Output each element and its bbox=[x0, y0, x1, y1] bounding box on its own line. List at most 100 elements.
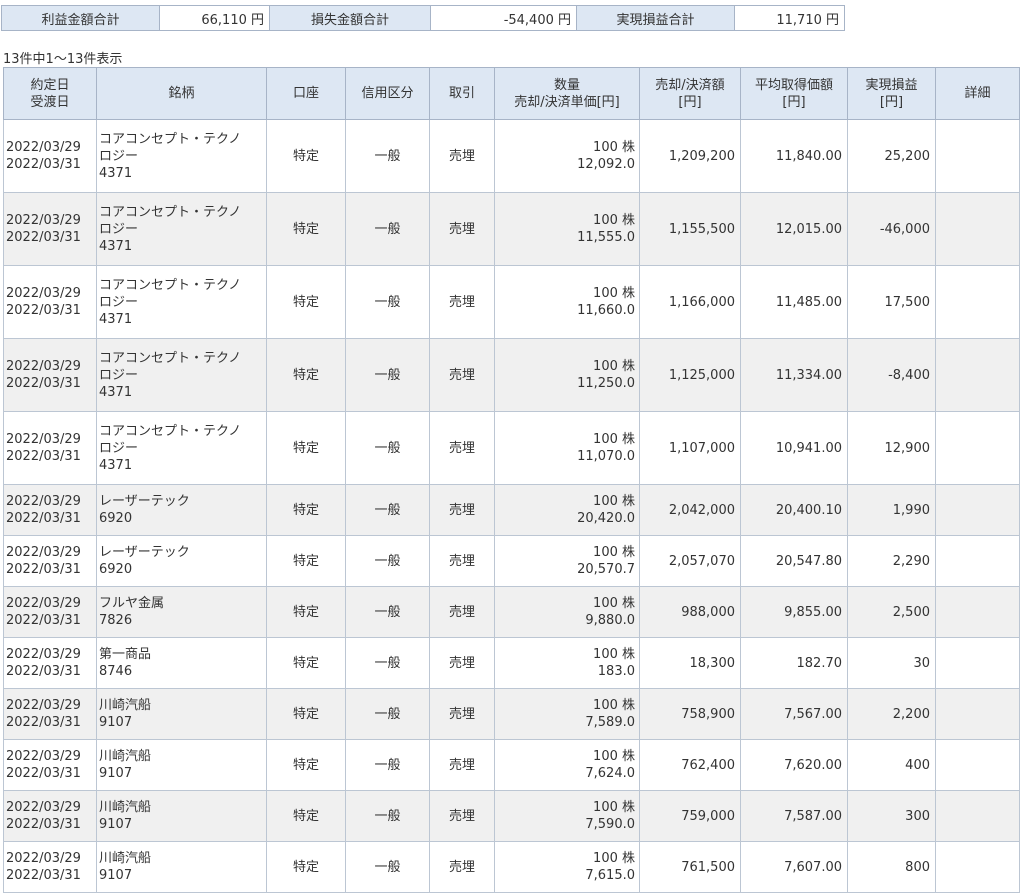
header-pl-unit: [円] bbox=[879, 94, 904, 110]
amount-cell: 1,155,500 bbox=[639, 192, 741, 266]
trade-date: 2022/03/29 bbox=[6, 647, 81, 662]
amount-cell: 1,107,000 bbox=[639, 411, 741, 485]
avg-cost-cell: 20,400.10 bbox=[740, 484, 848, 536]
avg-cost-cell: 11,334.00 bbox=[740, 338, 848, 412]
settle-date: 2022/03/31 bbox=[6, 157, 81, 172]
profit-total-label: 利益金額合計 bbox=[1, 5, 160, 31]
date-cell: 2022/03/29 2022/03/31 bbox=[3, 411, 97, 485]
account-cell: 特定 bbox=[266, 119, 346, 193]
qty-price-cell: 100 株 7,589.0 bbox=[494, 688, 640, 740]
qty-price-cell: 100 株 183.0 bbox=[494, 637, 640, 689]
security-name: 川崎汽船 bbox=[99, 698, 152, 713]
unit-price: 11,070.0 bbox=[577, 449, 635, 464]
account-cell: 特定 bbox=[266, 338, 346, 412]
security-name-part1: コアコンセプト・テクノ bbox=[99, 423, 242, 439]
avg-cost-cell: 9,855.00 bbox=[740, 586, 848, 638]
detail-cell[interactable] bbox=[935, 739, 1020, 791]
avg-cost-cell: 182.70 bbox=[740, 637, 848, 689]
security-code: 4371 bbox=[99, 238, 133, 254]
security-cell: 川崎汽船 9107 bbox=[96, 841, 267, 893]
trade-cell: 売埋 bbox=[429, 790, 495, 842]
avg-cost-cell: 7,620.00 bbox=[740, 739, 848, 791]
pl-cell: 12,900 bbox=[847, 411, 936, 485]
date-cell: 2022/03/29 2022/03/31 bbox=[3, 688, 97, 740]
amount-cell: 1,125,000 bbox=[639, 338, 741, 412]
quantity: 100 株 bbox=[593, 494, 635, 509]
unit-price: 20,570.7 bbox=[577, 562, 635, 577]
avg-cost-cell: 20,547.80 bbox=[740, 535, 848, 587]
settle-date: 2022/03/31 bbox=[6, 303, 81, 318]
detail-cell[interactable] bbox=[935, 535, 1020, 587]
unit-price: 7,590.0 bbox=[585, 817, 635, 832]
table-row: 2022/03/29 2022/03/31 コアコンセプト・テクノ ロジー 4371 特定… bbox=[3, 338, 1020, 412]
security-name: レーザーテック bbox=[99, 545, 190, 560]
trade-date: 2022/03/29 bbox=[6, 596, 81, 611]
col-header-pl: 実現損益 [円] bbox=[847, 67, 936, 120]
detail-cell[interactable] bbox=[935, 265, 1020, 339]
security-code: 6920 bbox=[99, 511, 133, 526]
security-name: 川崎汽船 bbox=[99, 851, 152, 866]
amount-cell: 758,900 bbox=[639, 688, 741, 740]
security-code: 8746 bbox=[99, 664, 133, 679]
table-row: 2022/03/29 2022/03/31 コアコンセプト・テクノ ロジー 4371 特定… bbox=[3, 411, 1020, 485]
date-cell: 2022/03/29 2022/03/31 bbox=[3, 637, 97, 689]
header-trade-date: 約定日 bbox=[30, 77, 70, 93]
detail-cell[interactable] bbox=[935, 338, 1020, 412]
qty-price-cell: 100 株 7,615.0 bbox=[494, 841, 640, 893]
trade-cell: 売埋 bbox=[429, 841, 495, 893]
trade-cell: 売埋 bbox=[429, 688, 495, 740]
credit-cell: 一般 bbox=[345, 790, 430, 842]
detail-cell[interactable] bbox=[935, 841, 1020, 893]
security-cell: 第一商品 8746 bbox=[96, 637, 267, 689]
header-amount: 売却/決済額 bbox=[655, 77, 725, 93]
pl-cell: 25,200 bbox=[847, 119, 936, 193]
pl-cell: 2,200 bbox=[847, 688, 936, 740]
detail-cell[interactable] bbox=[935, 119, 1020, 193]
security-code: 7826 bbox=[99, 613, 133, 628]
table-row: 2022/03/29 2022/03/31 フルヤ金属 7826 特定 一般 売埋 100 株… bbox=[3, 586, 1020, 638]
quantity: 100 株 bbox=[593, 749, 635, 764]
realized-total-value: 11,710 円 bbox=[734, 5, 845, 31]
account-cell: 特定 bbox=[266, 637, 346, 689]
detail-cell[interactable] bbox=[935, 688, 1020, 740]
avg-cost-cell: 7,587.00 bbox=[740, 790, 848, 842]
header-pl: 実現損益 bbox=[865, 77, 918, 93]
table-row: 2022/03/29 2022/03/31 レーザーテック 6920 特定 一般 売埋 100… bbox=[3, 484, 1020, 536]
quantity: 100 株 bbox=[593, 647, 635, 662]
table-row: 2022/03/29 2022/03/31 川崎汽船 9107 特定 一般 売埋 100 株 7… bbox=[3, 841, 1020, 893]
settle-date: 2022/03/31 bbox=[6, 868, 81, 883]
profit-total-value: 66,110 円 bbox=[159, 5, 270, 31]
credit-cell: 一般 bbox=[345, 192, 430, 266]
security-name-part2: ロジー bbox=[99, 221, 139, 237]
detail-cell[interactable] bbox=[935, 586, 1020, 638]
pl-cell: 17,500 bbox=[847, 265, 936, 339]
detail-cell[interactable] bbox=[935, 790, 1020, 842]
security-code: 4371 bbox=[99, 457, 133, 473]
settle-date: 2022/03/31 bbox=[6, 766, 81, 781]
trade-date: 2022/03/29 bbox=[6, 749, 81, 764]
table-body: 2022/03/29 2022/03/31 コアコンセプト・テクノ ロジー 4371 特定… bbox=[3, 119, 1020, 893]
qty-price-cell: 100 株 11,250.0 bbox=[494, 338, 640, 412]
security-code: 4371 bbox=[99, 384, 133, 400]
security-name: フルヤ金属 bbox=[99, 596, 165, 611]
quantity: 100 株 bbox=[593, 596, 635, 611]
detail-cell[interactable] bbox=[935, 411, 1020, 485]
unit-price: 7,589.0 bbox=[585, 715, 635, 730]
qty-price-cell: 100 株 20,420.0 bbox=[494, 484, 640, 536]
quantity: 100 株 bbox=[593, 286, 635, 301]
result-count: 13件中1～13件表示 bbox=[3, 52, 123, 67]
detail-cell[interactable] bbox=[935, 637, 1020, 689]
detail-cell[interactable] bbox=[935, 484, 1020, 536]
date-cell: 2022/03/29 2022/03/31 bbox=[3, 739, 97, 791]
loss-total-label: 損失金額合計 bbox=[269, 5, 431, 31]
table-header-row: 約定日 受渡日 銘柄 口座 信用区分 取引 数量 売却/決済単価[円] 売却/決… bbox=[3, 67, 1020, 120]
summary-row: 利益金額合計 66,110 円 損失金額合計 -54,400 円 実現損益合計 … bbox=[1, 5, 845, 31]
trade-date: 2022/03/29 bbox=[6, 800, 81, 815]
security-cell: 川崎汽船 9107 bbox=[96, 790, 267, 842]
trade-cell: 売埋 bbox=[429, 484, 495, 536]
pl-cell: 800 bbox=[847, 841, 936, 893]
qty-price-cell: 100 株 11,660.0 bbox=[494, 265, 640, 339]
avg-cost-cell: 12,015.00 bbox=[740, 192, 848, 266]
detail-cell[interactable] bbox=[935, 192, 1020, 266]
security-cell: コアコンセプト・テクノ ロジー 4371 bbox=[96, 411, 267, 485]
